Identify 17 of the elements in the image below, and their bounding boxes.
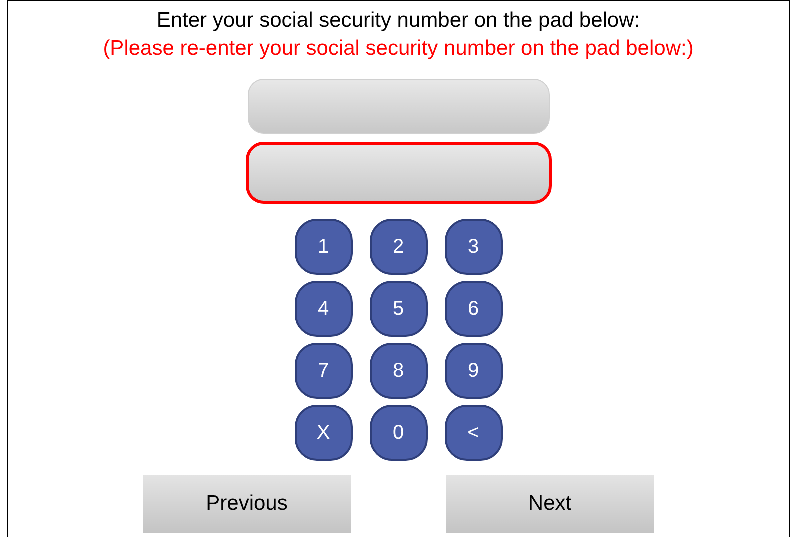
next-button[interactable]: Next bbox=[446, 475, 654, 533]
ssn-input-field[interactable] bbox=[246, 142, 552, 204]
keypad-key[interactable]: 2 bbox=[370, 219, 428, 275]
keypad-key[interactable]: X bbox=[294, 405, 352, 461]
keypad-key[interactable]: 8 bbox=[370, 343, 428, 399]
keypad-key[interactable]: 5 bbox=[370, 281, 428, 337]
keypad-key[interactable]: 4 bbox=[294, 281, 352, 337]
keypad-key[interactable]: 3 bbox=[444, 219, 502, 275]
keypad-key[interactable]: 6 bbox=[444, 281, 502, 337]
keypad-key[interactable]: 7 bbox=[294, 343, 352, 399]
keypad-key[interactable]: < bbox=[444, 405, 502, 461]
keypad-key[interactable]: 9 bbox=[444, 343, 502, 399]
reentry-instruction-text: (Please re-enter your social security number on the pad below:) bbox=[103, 36, 694, 62]
keypad-key[interactable]: 0 bbox=[370, 405, 428, 461]
instruction-text: Enter your social security number on the pad below: bbox=[156, 8, 640, 34]
previous-button[interactable]: Previous bbox=[143, 475, 351, 533]
keypad-key[interactable]: 1 bbox=[294, 219, 352, 275]
